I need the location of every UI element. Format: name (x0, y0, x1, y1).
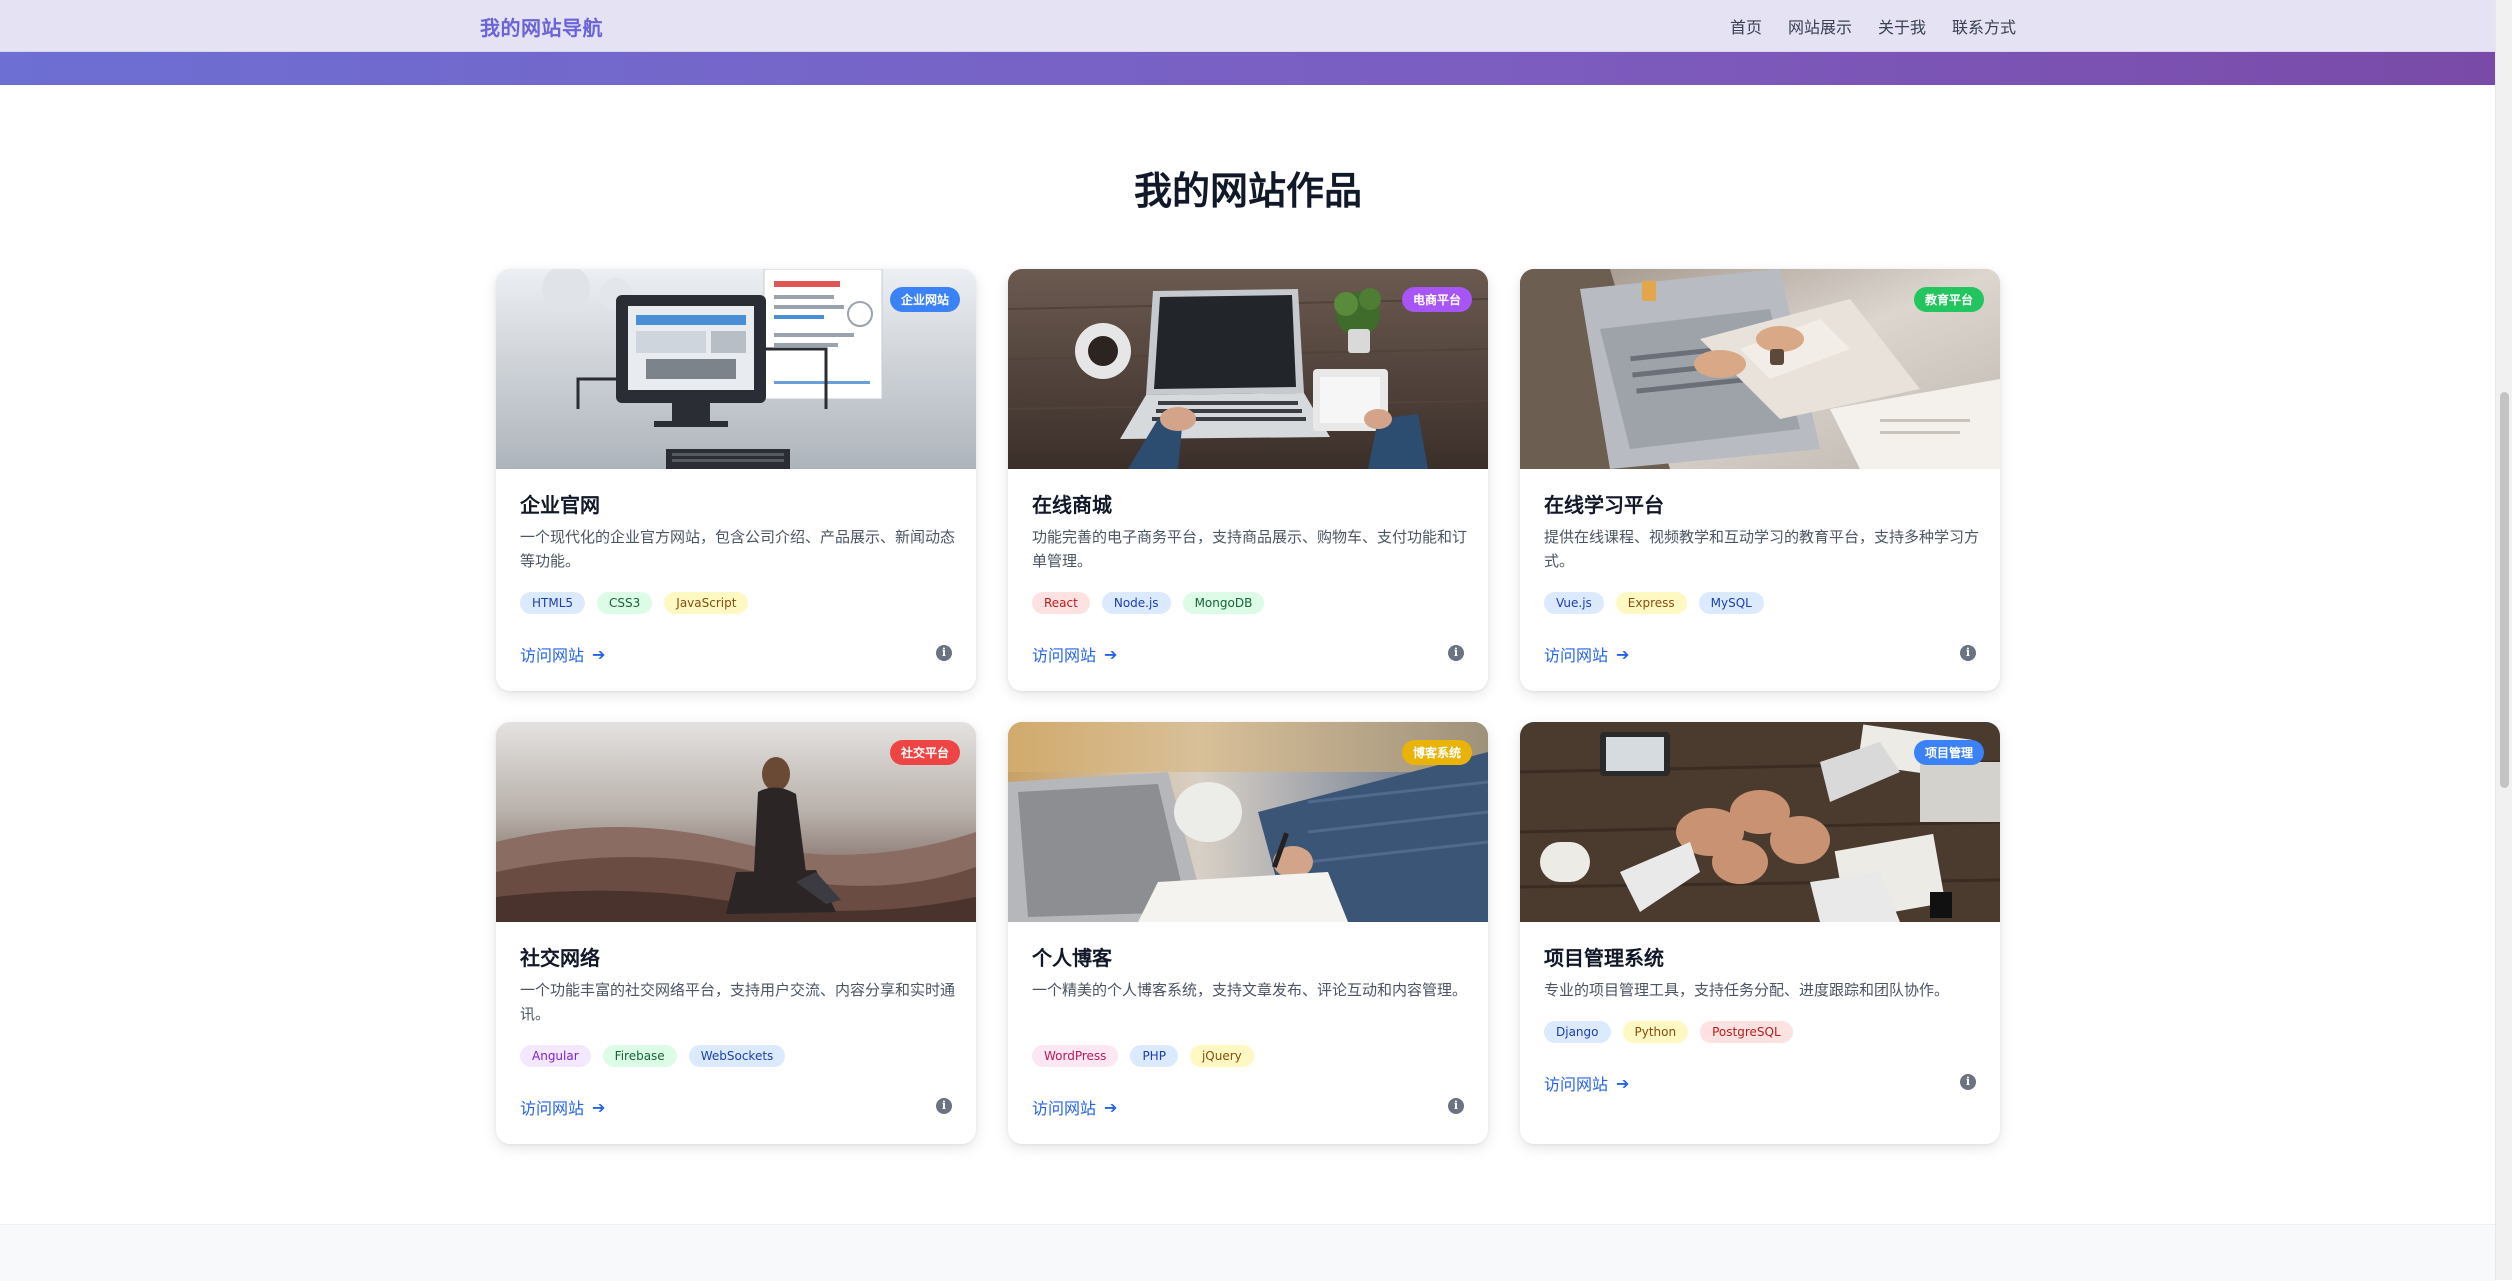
section-title: 我的网站作品 (1133, 169, 1362, 213)
card-image: 电商平台 (1008, 269, 1488, 469)
visit-site-label: 访问网站 (1544, 646, 1609, 665)
arrow-right-icon: ➔ (592, 644, 606, 664)
tech-tag: Django (1544, 1021, 1611, 1043)
tech-tag: JavaScript (664, 592, 749, 614)
card-image: 企业网站 (496, 269, 976, 469)
info-icon[interactable]: i (936, 645, 952, 661)
info-icon[interactable]: i (1448, 645, 1464, 661)
visit-site-label: 访问网站 (1544, 1075, 1609, 1094)
nav-links: 首页 网站展示 关于我 联系方式 (1730, 14, 2016, 38)
tech-tag: Python (1622, 1021, 1689, 1043)
card-image: 博客系统 (1008, 722, 1488, 922)
visit-site-label: 访问网站 (520, 646, 585, 665)
project-card: 博客系统 个人博客 一个精美的个人博客系统，支持文章发布、评论互动和内容管理。 … (1008, 722, 1488, 1144)
tech-tag: HTML5 (520, 592, 586, 614)
visit-site-link[interactable]: 访问网站 ➔ (1032, 1095, 1117, 1119)
tech-tags: HTML5 CSS3 JavaScript (520, 592, 749, 614)
visit-site-link[interactable]: 访问网站 ➔ (1544, 1071, 1629, 1095)
card-title: 企业官网 (520, 493, 600, 517)
visit-site-link[interactable]: 访问网站 ➔ (520, 642, 605, 666)
project-card: 企业网站 企业官网 一个现代化的企业官方网站，包含公司介绍、产品展示、新闻动态等… (496, 269, 976, 691)
visit-site-label: 访问网站 (1032, 646, 1097, 665)
visit-site-label: 访问网站 (1032, 1099, 1097, 1118)
scrollbar-thumb[interactable] (2500, 392, 2509, 788)
tech-tag: CSS3 (597, 592, 653, 614)
tech-tag: PostgreSQL (1700, 1021, 1793, 1043)
info-icon[interactable]: i (936, 1098, 952, 1114)
arrow-right-icon: ➔ (1104, 644, 1118, 664)
tech-tags: Django Python PostgreSQL (1544, 1021, 1793, 1043)
card-title: 项目管理系统 (1544, 946, 1664, 970)
footer-band (0, 1224, 2496, 1281)
info-icon[interactable]: i (1960, 645, 1976, 661)
arrow-right-icon: ➔ (1104, 1097, 1118, 1117)
tech-tag: WebSockets (688, 1045, 786, 1067)
nav-link-showcase[interactable]: 网站展示 (1788, 14, 1852, 38)
card-title: 个人博客 (1032, 946, 1112, 970)
tech-tag: React (1032, 592, 1090, 614)
nav-link-home[interactable]: 首页 (1730, 14, 1762, 38)
card-image: 项目管理 (1520, 722, 2000, 922)
arrow-right-icon: ➔ (1616, 644, 1630, 664)
visit-site-link[interactable]: 访问网站 ➔ (1544, 642, 1629, 666)
category-badge: 社交平台 (889, 740, 960, 765)
visit-site-link[interactable]: 访问网站 ➔ (520, 1095, 605, 1119)
category-badge: 电商平台 (1401, 287, 1472, 312)
project-card: 电商平台 在线商城 功能完善的电子商务平台，支持商品展示、购物车、支付功能和订单… (1008, 269, 1488, 691)
project-card: 社交平台 社交网络 一个功能丰富的社交网络平台，支持用户交流、内容分享和实时通讯… (496, 722, 976, 1144)
card-description: 一个现代化的企业官方网站，包含公司介绍、产品展示、新闻动态等功能。 (520, 528, 956, 570)
visit-site-label: 访问网站 (520, 1099, 585, 1118)
nav-link-contact[interactable]: 联系方式 (1952, 14, 2016, 38)
tech-tag: Node.js (1101, 592, 1171, 614)
category-badge: 企业网站 (889, 287, 960, 312)
info-icon[interactable]: i (1960, 1074, 1976, 1090)
project-card: 教育平台 在线学习平台 提供在线课程、视频教学和互动学习的教育平台，支持多种学习… (1520, 269, 2000, 691)
card-title: 在线商城 (1032, 493, 1112, 517)
card-title: 在线学习平台 (1544, 493, 1664, 517)
visit-site-link[interactable]: 访问网站 ➔ (1032, 642, 1117, 666)
info-icon[interactable]: i (1448, 1098, 1464, 1114)
vertical-scrollbar[interactable] (2495, 0, 2512, 1280)
card-description: 一个精美的个人博客系统，支持文章发布、评论互动和内容管理。 (1032, 981, 1468, 999)
card-image: 社交平台 (496, 722, 976, 922)
tech-tag: Angular (520, 1045, 591, 1067)
arrow-right-icon: ➔ (1616, 1073, 1630, 1093)
category-badge: 博客系统 (1401, 740, 1472, 765)
project-card: 项目管理 项目管理系统 专业的项目管理工具，支持任务分配、进度跟踪和团队协作。 … (1520, 722, 2000, 1144)
tech-tag: MySQL (1698, 592, 1764, 614)
card-title: 社交网络 (520, 946, 600, 970)
category-badge: 项目管理 (1913, 740, 1984, 765)
tech-tag: PHP (1130, 1045, 1178, 1067)
nav-link-about[interactable]: 关于我 (1878, 14, 1926, 38)
hero-gradient-strip (0, 52, 2496, 85)
tech-tag: MongoDB (1182, 592, 1265, 614)
card-description: 一个功能丰富的社交网络平台，支持用户交流、内容分享和实时通讯。 (520, 981, 956, 1023)
card-image: 教育平台 (1520, 269, 2000, 469)
card-description: 提供在线课程、视频教学和互动学习的教育平台，支持多种学习方式。 (1544, 528, 1980, 570)
tech-tag: Firebase (602, 1045, 677, 1067)
category-badge: 教育平台 (1913, 287, 1984, 312)
site-brand[interactable]: 我的网站导航 (480, 12, 603, 41)
tech-tag: WordPress (1032, 1045, 1119, 1067)
tech-tag: jQuery (1189, 1045, 1254, 1067)
card-description: 专业的项目管理工具，支持任务分配、进度跟踪和团队协作。 (1544, 981, 1950, 999)
arrow-right-icon: ➔ (592, 1097, 606, 1117)
top-navbar: 我的网站导航 首页 网站展示 关于我 联系方式 (0, 0, 2496, 52)
tech-tag: Vue.js (1544, 592, 1604, 614)
card-description: 功能完善的电子商务平台，支持商品展示、购物车、支付功能和订单管理。 (1032, 528, 1468, 570)
tech-tags: React Node.js MongoDB (1032, 592, 1265, 614)
tech-tags: WordPress PHP jQuery (1032, 1045, 1254, 1067)
tech-tag: Express (1615, 592, 1687, 614)
tech-tags: Vue.js Express MySQL (1544, 592, 1764, 614)
tech-tags: Angular Firebase WebSockets (520, 1045, 786, 1067)
